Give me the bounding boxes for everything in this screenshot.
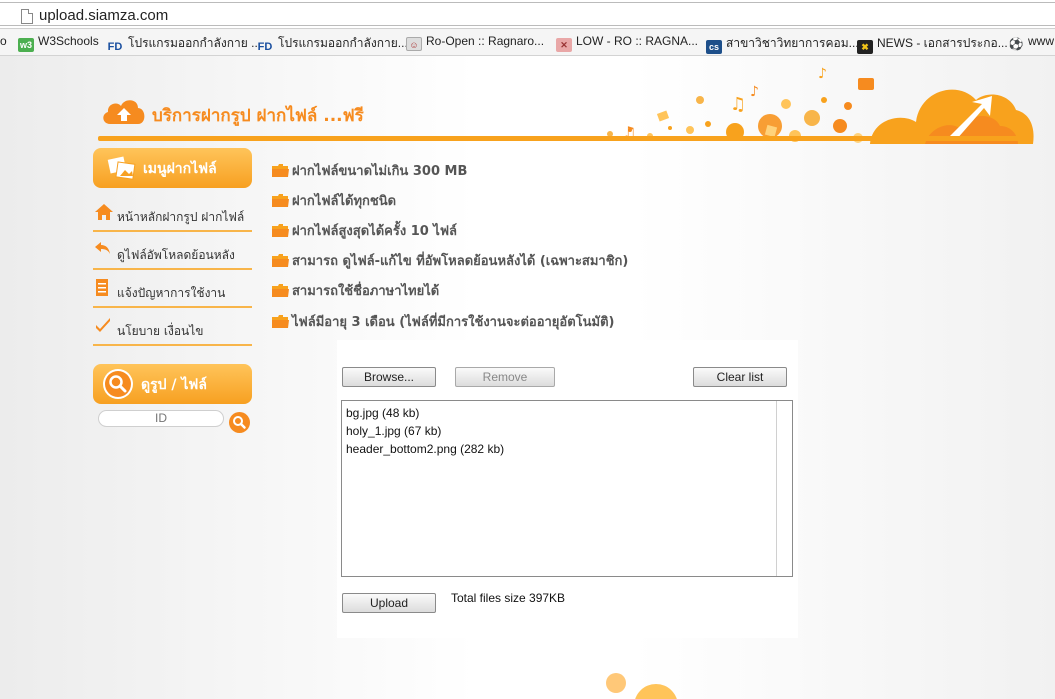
svg-text:♪: ♪ — [818, 66, 827, 82]
w3schools-icon: w3 — [18, 38, 34, 52]
total-size-text: Total files size 397KB — [451, 591, 566, 605]
bookmark-cs[interactable]: cs สาขาวิชาวิทยาการคอม... — [706, 34, 859, 54]
bookmark-partial[interactable]: o — [0, 34, 7, 48]
folder-icon — [272, 254, 289, 267]
sidebar-item-history[interactable]: ดูไฟล์อัพโหลดย้อนหลัง — [93, 231, 252, 270]
footer-decoration-icon — [606, 673, 677, 699]
sidebar-item-label: แจ้งปัญหาการใช้งาน — [117, 286, 226, 300]
browse-button[interactable]: Browse... — [342, 367, 436, 387]
bookmark-ro-open[interactable]: ☺ Ro-Open :: Ragnaro... — [406, 34, 544, 51]
id-search-button[interactable] — [229, 412, 250, 433]
header-divider — [98, 136, 1033, 141]
id-search-input[interactable] — [98, 410, 224, 427]
folder-icon — [272, 284, 289, 297]
feature-text: ฝากไฟล์สูงสุดได้ครั้ง 10 ไฟล์ — [292, 224, 458, 239]
file-list-scrollbar[interactable] — [776, 401, 792, 576]
svg-text:♫: ♫ — [730, 94, 746, 115]
sidebar-item-home[interactable]: หน้าหลักฝากรูป ฝากไฟล์ — [93, 193, 252, 232]
bookmark-label: โปรแกรมออกกำลังกาย... — [278, 36, 408, 50]
clear-list-button[interactable]: Clear list — [693, 367, 787, 387]
cloud-upload-icon — [103, 100, 145, 124]
address-bar[interactable]: upload.siamza.com — [0, 0, 1055, 29]
remove-button[interactable]: Remove — [455, 367, 555, 387]
bookmark-fd-1[interactable]: FD โปรแกรมออกกำลังกาย ... — [106, 34, 261, 54]
search-icon — [103, 369, 133, 399]
report-icon — [96, 279, 108, 296]
url-text[interactable]: upload.siamza.com — [39, 7, 168, 24]
bookmark-www[interactable]: ⚽ www — [1008, 34, 1054, 51]
sidebar-item-label: ดูไฟล์อัพโหลดย้อนหลัง — [117, 248, 235, 262]
bookmark-label: โปรแกรมออกกำลังกาย ... — [128, 36, 262, 50]
site-title[interactable]: บริการฝากรูป ฝากไฟล์ ...ฟรี — [152, 102, 364, 129]
page-icon — [21, 9, 33, 24]
folder-icon — [272, 315, 289, 328]
bookmark-news[interactable]: ✖ NEWS - เอกสารประกอ... — [857, 34, 1008, 54]
file-list[interactable]: bg.jpg (48 kb) holy_1.jpg (67 kb) header… — [341, 400, 793, 577]
photos-icon — [107, 156, 136, 180]
search-title: ดูรูป / ไฟล์ — [141, 377, 207, 393]
feature-text: ไฟล์มีอายุ 3 เดือน (ไฟล์ที่มีการใช้งานจะ… — [292, 315, 615, 330]
bookmark-label: www — [1028, 34, 1054, 48]
fd-icon: FD — [257, 41, 273, 53]
low-ro-icon: ✕ — [556, 38, 572, 52]
ro-icon: ☺ — [406, 37, 422, 51]
bookmark-label: W3Schools — [38, 34, 99, 48]
bookmark-w3schools[interactable]: w3 W3Schools — [18, 34, 99, 52]
fd-icon: FD — [107, 41, 123, 53]
svg-text:♪: ♪ — [750, 84, 759, 100]
menu-header: เมนูฝากไฟล์ — [93, 148, 252, 188]
sidebar-item-policy[interactable]: นโยบาย เงื่อนไข — [93, 307, 252, 346]
upload-button[interactable]: Upload — [342, 593, 436, 613]
sidebar-item-report[interactable]: แจ้งปัญหาการใช้งาน — [93, 269, 252, 308]
bookmark-label: Ro-Open :: Ragnaro... — [426, 34, 545, 48]
address-field[interactable]: upload.siamza.com — [0, 2, 1055, 26]
search-header: ดูรูป / ไฟล์ — [93, 364, 252, 404]
file-list-item[interactable]: bg.jpg (48 kb) — [346, 404, 504, 422]
site-header: บริการฝากรูป ฝากไฟล์ ...ฟรี ♫ ♪ ♪ ♫ — [0, 56, 1055, 146]
bookmarks-bar: o w3 W3Schools FD โปรแกรมออกกำลังกาย ... F… — [0, 29, 1055, 56]
bookmark-label: LOW - RO :: RAGNA... — [576, 34, 699, 48]
back-arrow-icon — [95, 242, 110, 254]
news-icon: ✖ — [857, 40, 873, 54]
search-icon — [233, 416, 246, 429]
feature-text: สามารถใช้ชื่อภาษาไทยได้ — [292, 284, 440, 299]
file-list-item[interactable]: holy_1.jpg (67 kb) — [346, 422, 504, 440]
bookmark-label: NEWS - เอกสารประกอ... — [877, 36, 1008, 50]
header-decoration-icon: ♫ ♪ ♪ ♫ — [607, 66, 1034, 144]
file-list-item[interactable]: header_bottom2.png (282 kb) — [346, 440, 504, 458]
bookmark-fd-2[interactable]: FD โปรแกรมออกกำลังกาย... — [256, 34, 408, 54]
menu-title: เมนูฝากไฟล์ — [143, 161, 217, 177]
sidebar-item-label: หน้าหลักฝากรูป ฝากไฟล์ — [117, 210, 245, 224]
folder-icon — [272, 224, 289, 237]
file-rows: bg.jpg (48 kb) holy_1.jpg (67 kb) header… — [346, 404, 504, 458]
cs-icon: cs — [706, 40, 722, 54]
check-icon — [96, 318, 110, 332]
folder-icon — [272, 164, 289, 177]
bookmark-low-ro[interactable]: ✕ LOW - RO :: RAGNA... — [556, 34, 698, 52]
home-icon — [95, 204, 113, 220]
feature-text: สามารถ ดูไฟล์-แก้ไข ที่อัพโหลดย้อนหลังได… — [292, 254, 629, 269]
feature-text: ฝากไฟล์ขนาดไม่เกิน 300 MB — [292, 164, 468, 179]
sidebar-item-label: นโยบาย เงื่อนไข — [117, 324, 204, 338]
folder-icon — [272, 194, 289, 207]
bookmark-label: สาขาวิชาวิทยาการคอม... — [726, 36, 859, 50]
feature-text: ฝากไฟล์ได้ทุกชนิด — [292, 194, 397, 209]
globe-icon: ⚽ — [1008, 37, 1024, 51]
